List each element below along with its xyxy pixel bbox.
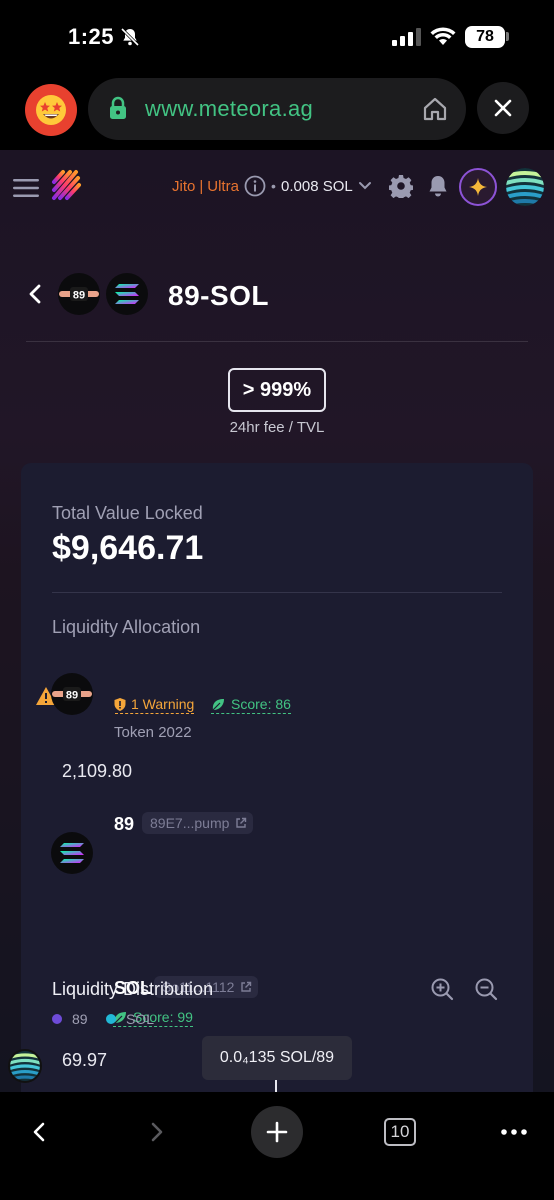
token-89-name: 89 <box>114 814 135 834</box>
star-struck-emoji-icon <box>36 95 66 125</box>
token-89-row-logo-icon: 89 <box>52 687 92 702</box>
url-text[interactable]: www.meteora.ag <box>145 96 313 122</box>
jito-mode: Ultra <box>207 178 239 195</box>
new-tab-button[interactable] <box>251 1106 303 1158</box>
liquidity-allocation-label: Liquidity Allocation <box>52 617 201 637</box>
token-89-amount: 2,109.80 <box>62 761 133 781</box>
sparkle-icon <box>469 178 487 196</box>
legend-label-89: 89 <box>72 1011 88 1027</box>
jito-label: Jito <box>172 178 196 195</box>
meteora-app: Jito | Ultra • 0.008 SOL 89 89-SOL > 999… <box>0 150 554 1103</box>
meteora-logo-icon[interactable] <box>50 168 82 202</box>
chevron-down-icon[interactable] <box>358 180 372 192</box>
solana-logo-icon <box>115 284 139 304</box>
tvl-label: Total Value Locked <box>52 503 203 523</box>
token-89-address-text: 89E7...pump <box>150 815 230 831</box>
priority-fee-amount[interactable]: 0.008 SOL <box>281 178 353 195</box>
more-options-icon[interactable] <box>500 1122 528 1142</box>
rewards-button[interactable] <box>459 168 497 206</box>
token-89-logo-text: 89 <box>73 290 85 302</box>
pool-info-card: Total Value Locked $9,646.71 Liquidity A… <box>21 463 533 1103</box>
silent-mode-icon <box>120 27 140 47</box>
token-89-logo-icon: 89 <box>59 287 99 302</box>
legend-item-sol: SOL <box>106 1011 154 1027</box>
token-89-logo: 89 <box>58 273 100 315</box>
liquidity-distribution-label: Liquidity Distribution <box>52 979 214 999</box>
solana-row-logo-icon <box>60 843 84 863</box>
token-89-row-logo: 89 <box>51 673 93 715</box>
browser-url-bar: www.meteora.ag <box>0 72 554 150</box>
browser-toolbar: 10 <box>0 1092 554 1200</box>
legend-dot-89 <box>52 1014 62 1024</box>
header-dot-separator: • <box>271 178 276 194</box>
status-time: 1:25 <box>68 24 115 49</box>
tvl-value: $9,646.71 <box>52 529 204 567</box>
lock-icon <box>110 96 126 119</box>
plus-icon <box>266 1121 288 1143</box>
token-89-warning-text: 1 Warning <box>131 696 195 712</box>
wifi-icon <box>430 27 456 45</box>
leaf-icon <box>212 699 224 711</box>
browser-back-icon[interactable] <box>30 1122 48 1142</box>
token-89-score-tag[interactable]: Score: 86 <box>211 696 291 714</box>
zoom-in-icon[interactable] <box>430 977 454 1001</box>
close-tab-button[interactable] <box>477 82 529 134</box>
external-link-icon <box>236 817 247 828</box>
browser-profile-button[interactable] <box>25 84 77 136</box>
jito-mode-selector[interactable]: Jito | Ultra <box>172 178 239 195</box>
floating-wallet-avatar[interactable] <box>8 1049 42 1083</box>
legend-dot-sol <box>106 1014 116 1024</box>
notification-bell-icon[interactable] <box>427 174 449 198</box>
token-sol-row-logo <box>51 832 93 874</box>
home-icon[interactable] <box>422 96 448 122</box>
token-89-row-logo-text: 89 <box>66 690 78 702</box>
card-divider <box>52 592 502 593</box>
token-sol-amount: 69.97 <box>62 1050 108 1070</box>
settings-gear-icon[interactable] <box>389 174 413 198</box>
wallet-avatar[interactable] <box>506 168 544 206</box>
external-link-icon <box>241 981 252 992</box>
hamburger-menu-icon[interactable] <box>13 178 39 198</box>
status-bar: 1:25 78 <box>0 0 554 72</box>
cellular-signal-icon <box>392 28 421 46</box>
floating-avatar-icon <box>10 1051 40 1081</box>
jito-separator: | <box>199 178 204 195</box>
pair-title: 89-SOL <box>168 280 270 311</box>
current-price-marker <box>275 1080 277 1092</box>
zoom-out-icon[interactable] <box>474 977 498 1001</box>
battery-indicator: 78 <box>465 26 505 48</box>
back-arrow-icon[interactable] <box>24 282 46 306</box>
tab-switcher-button[interactable]: 10 <box>384 1118 416 1146</box>
fee-tvl-label: 24hr fee / TVL <box>229 419 325 436</box>
battery-cap <box>506 32 509 41</box>
token-89-warning-tag[interactable]: 1 Warning <box>114 696 195 714</box>
close-icon <box>494 99 512 117</box>
token-89-standard: Token 2022 <box>114 724 192 741</box>
legend-item-89: 89 <box>52 1011 88 1027</box>
header-divider <box>26 341 528 342</box>
token-89-score-text: Score: 86 <box>231 696 291 712</box>
legend-label-sol: SOL <box>126 1011 155 1027</box>
current-price-tooltip: 0.0₄135 SOL/89 <box>202 1036 352 1080</box>
token-89-address[interactable]: 89E7...pump <box>142 812 254 834</box>
fee-tvl-badge: > 999% <box>228 368 326 412</box>
info-icon[interactable] <box>244 175 266 197</box>
wallet-avatar-icon <box>506 168 544 206</box>
token-sol-logo <box>106 273 148 315</box>
browser-forward-icon[interactable] <box>148 1122 166 1142</box>
shield-warning-icon <box>114 698 126 711</box>
